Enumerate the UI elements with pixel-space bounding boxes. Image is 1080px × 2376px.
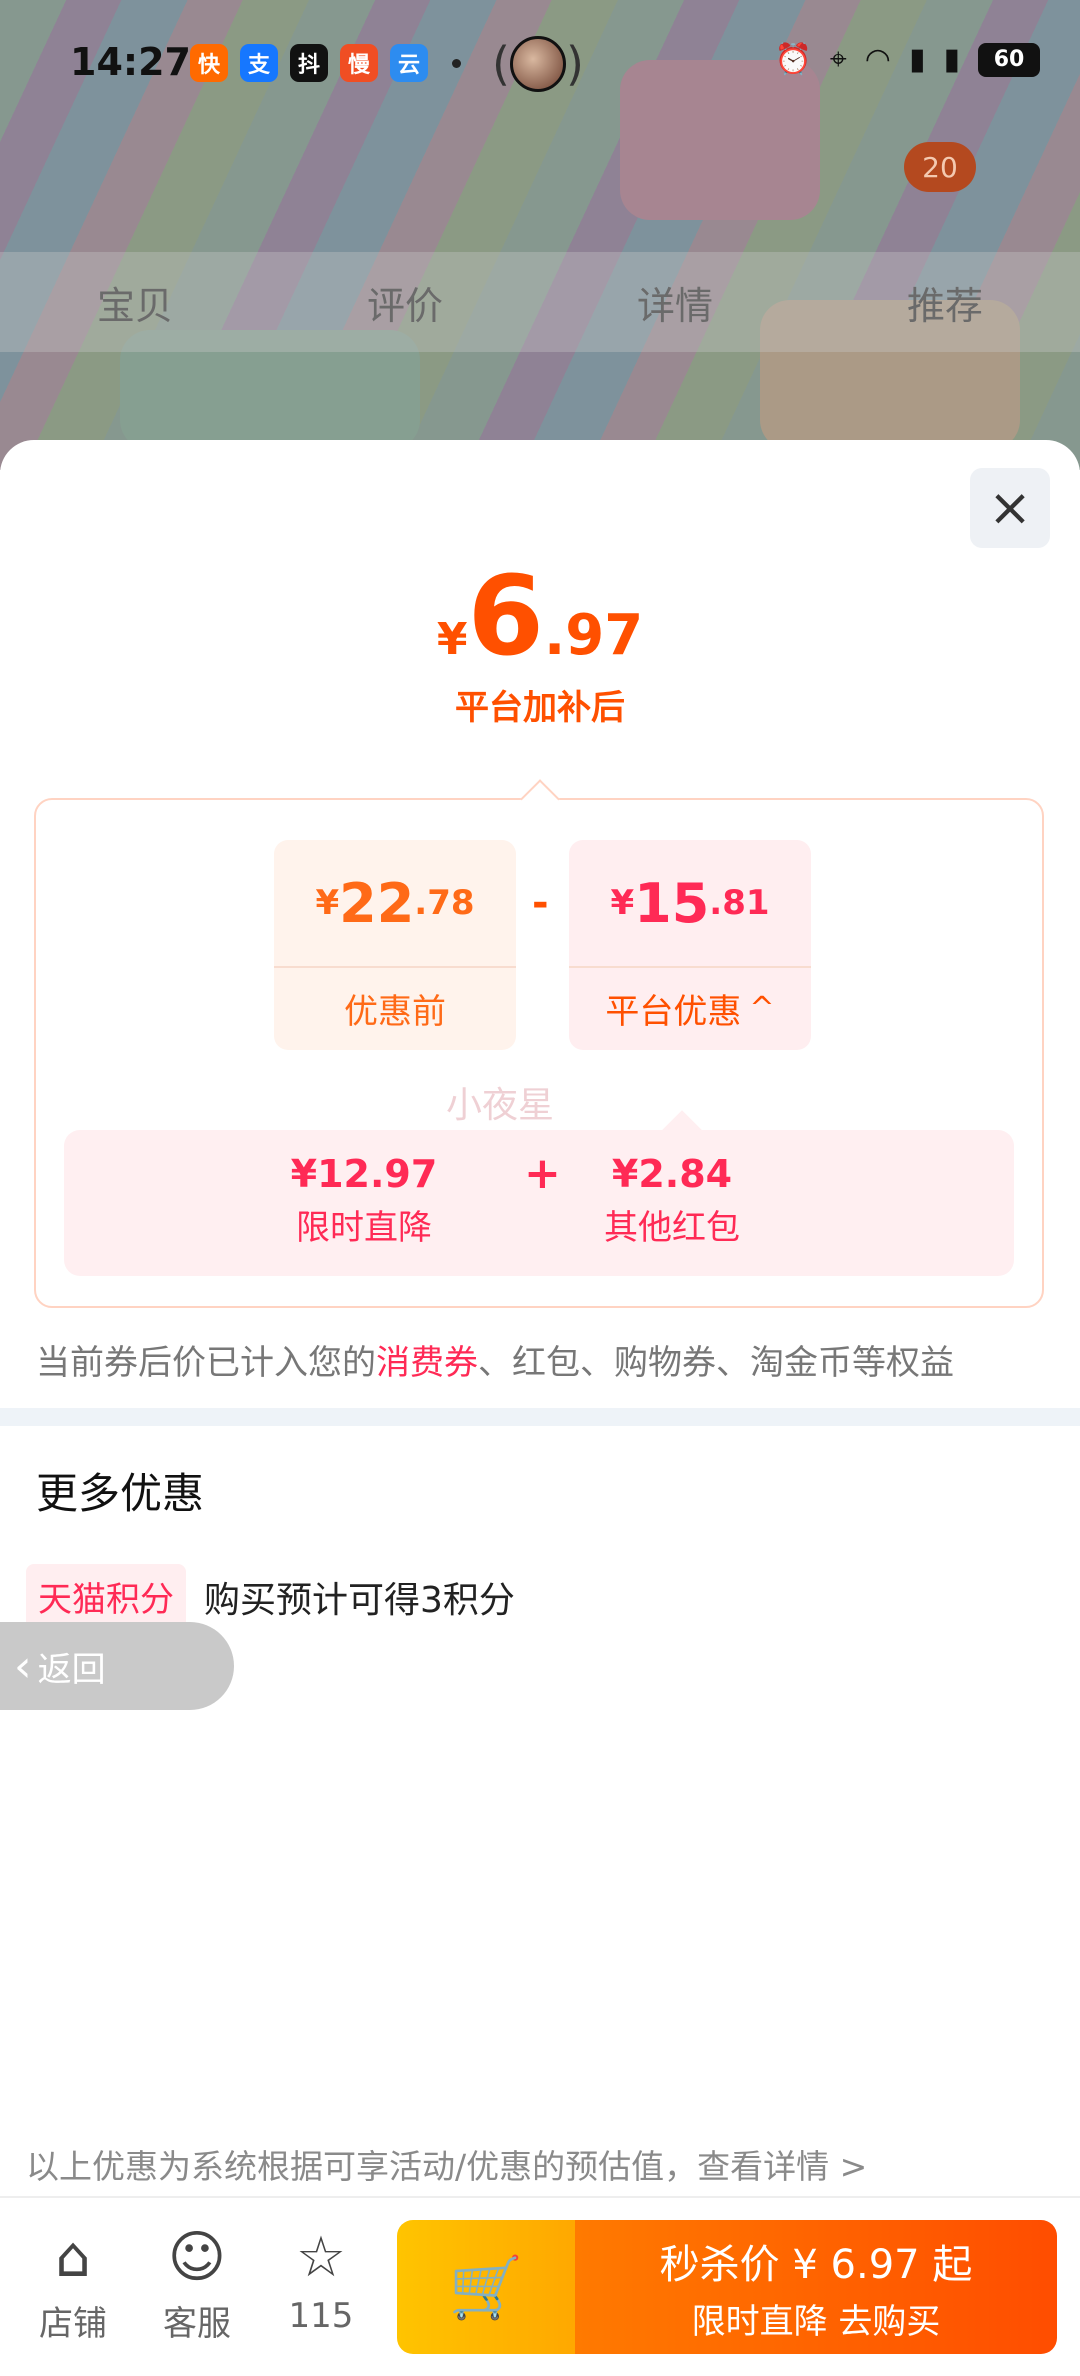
clock: 14:27 [70,40,191,84]
product-tabs: 宝贝 评价 详情 推荐 [0,252,1080,352]
price-decimal: .97 [543,603,644,668]
original-price-card: ¥22.78 优惠前 [274,840,516,1050]
cloud-icon: 云 [390,44,428,82]
douyin-icon: 抖 [290,44,328,82]
tab-details[interactable]: 详情 [637,275,713,330]
consumer-coupon-link[interactable]: 消费券 [376,1343,478,1383]
location-icon: ⌖ [829,42,847,77]
platform-discount-card[interactable]: ¥15.81 平台优惠 ^ [569,840,811,1050]
price-integer: 6 [467,552,544,680]
final-price: ¥6.97 [0,552,1080,680]
detail-label: 限时直降 [295,1208,432,1248]
estimate-footnote-link[interactable]: 以上优惠为系统根据可享活动/优惠的预估值，查看详情 > [26,2140,867,2188]
plus-sign: + [524,1148,561,1199]
store-icon: ⌂ [55,2225,91,2290]
avatar [510,36,566,92]
alipay-icon: 支 [240,44,278,82]
dot-separator [452,58,461,68]
detail-label: 其他红包 [604,1208,740,1248]
star-icon: ☆ [295,2225,347,2290]
minus-sign: - [532,880,549,926]
detail-item-red-packet: ¥2.84 其他红包 [604,1152,740,1249]
tab-recommend[interactable]: 推荐 [907,275,983,330]
platform-discount-toggle[interactable]: 平台优惠 ^ [569,968,811,1048]
discount-details: ¥12.97 限时直降 + ¥2.84 其他红包 [64,1130,1014,1276]
store-label: 店铺 [39,2304,107,2344]
currency-symbol: ¥ [610,883,635,923]
original-price-value: ¥22.78 [274,840,516,968]
platform-discount-label: 平台优惠 [605,991,742,1032]
close-button[interactable]: × [970,468,1050,548]
buy-button-group: 🛒 秒杀价 ¥ 6.97 起 限时直降 去购买 [397,2220,1057,2354]
favorite-button[interactable]: ☆ 115 [276,2225,366,2337]
price-integer: 15 [634,871,710,935]
chevron-left-icon: ‹ [14,1640,32,1692]
tab-item[interactable]: 宝贝 [97,275,173,330]
store-button[interactable]: ⌂ 店铺 [28,2226,118,2345]
flash-sale-price: 秒杀价 ¥ 6.97 起 [659,2241,973,2288]
customer-service-button[interactable]: ☺ 客服 [152,2226,242,2345]
final-price-label: 平台加补后 [455,688,625,728]
floating-avatar[interactable]: () [488,34,588,94]
notification-icons: 快 支 抖 慢 云 [190,44,473,82]
more-discounts-title: 更多优惠 [36,1469,205,1518]
signal-5g-icon: ▮ [908,42,926,77]
detail-item-direct-discount: ¥12.97 限时直降 [291,1152,438,1249]
add-to-cart-button[interactable]: 🛒 [397,2220,575,2354]
price-decimal: .78 [414,883,475,923]
cart-count-badge[interactable]: 20 [904,142,976,192]
price-integer: 22 [339,871,415,935]
back-button[interactable]: ‹ 返回 [0,1622,234,1710]
manhua-icon: 慢 [340,44,378,82]
tmall-points-row: 天猫积分 购买预计可得3积分 [26,1564,515,1629]
currency-symbol: ¥ [436,614,468,665]
detail-value: ¥12.97 [290,1152,438,1196]
section-divider [0,1408,1080,1426]
original-price-label: 优惠前 [344,991,446,1032]
watermark: 小夜星 [446,1085,555,1126]
wifi-icon: ◠ [864,42,891,77]
currency-symbol: ¥ [315,883,340,923]
battery-icon: 60 [978,42,1040,77]
buy-now-label: 限时直降 去购买 [691,2301,941,2342]
platform-discount-value: ¥15.81 [569,840,811,968]
tab-reviews[interactable]: 评价 [367,275,443,330]
favorite-count: 115 [288,2296,354,2336]
system-icons: ⏰ ⌖ ◠ ▮ ▮ 60 [775,42,1040,77]
discount-sheet: × ¥6.97 平台加补后 ¥22.78 优惠前 - ¥15.81 平台优惠 ^… [0,440,1080,2376]
buy-now-button[interactable]: 秒杀价 ¥ 6.97 起 限时直降 去购买 [575,2220,1057,2354]
detail-value: ¥2.84 [611,1152,733,1196]
chat-face-icon: ☺ [167,2225,227,2290]
tmall-points-text: 购买预计可得3积分 [204,1579,515,1621]
alarm-icon: ⏰ [774,42,812,77]
coupon-note: 当前券后价已计入您的消费券、红包、购物券、淘金币等权益 [36,1335,954,1384]
cart-plus-icon: 🛒 [448,2252,524,2323]
customer-service-label: 客服 [163,2304,231,2344]
kuaishou-icon: 快 [190,44,228,82]
back-label: 返回 [37,1649,106,1690]
note-text: 、红包、购物券、淘金币等权益 [478,1343,954,1383]
price-decimal: .81 [709,883,770,923]
bottom-action-bar: ⌂ 店铺 ☺ 客服 ☆ 115 🛒 秒杀价 ¥ 6.97 起 限时直降 去购买 [0,2196,1080,2376]
chevron-up-icon: ^ [749,990,775,1026]
note-text: 当前券后价已计入您的 [36,1343,376,1383]
status-bar: 14:27 快 支 抖 慢 云 () ⏰ ⌖ ◠ ▮ ▮ 60 [0,0,1080,130]
price-breakdown: ¥22.78 优惠前 - ¥15.81 平台优惠 ^ 小夜星 ¥12.97 限时… [34,798,1044,1308]
signal-5g-icon: ▮ [943,42,960,77]
tmall-points-tag: 天猫积分 [26,1564,186,1629]
